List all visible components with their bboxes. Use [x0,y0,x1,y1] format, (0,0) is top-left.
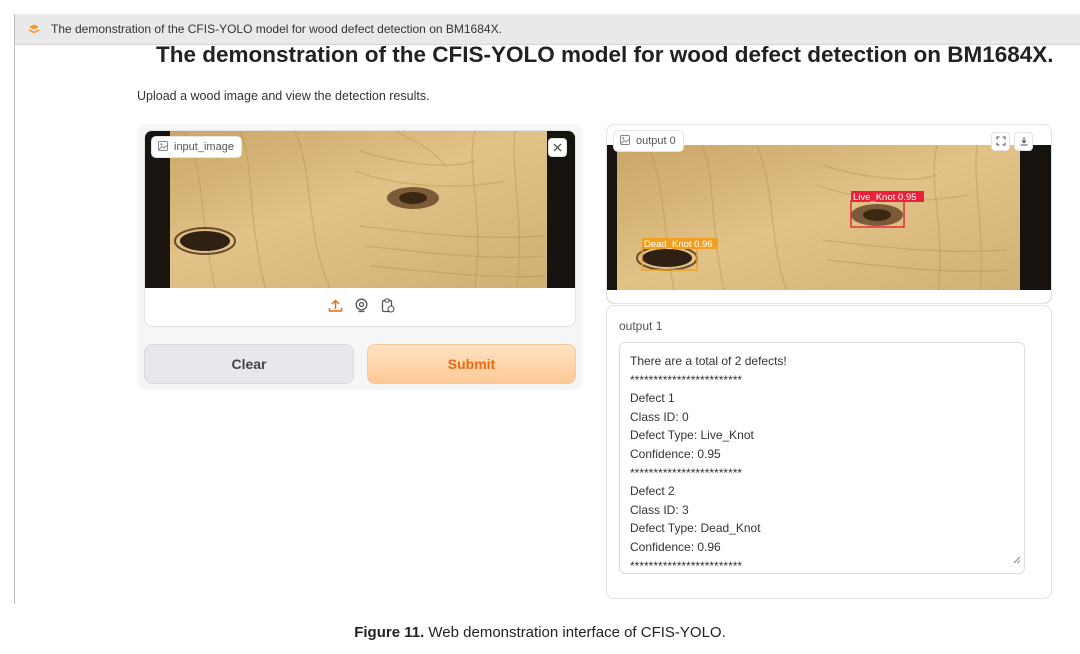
gradio-tab-icon [27,22,41,36]
output-line: ************************ [630,465,743,480]
page-description: Upload a wood image and view the detecti… [137,89,430,103]
download-button[interactable] [1014,132,1033,151]
output-line: Defect Type: Dead_Knot [630,521,761,536]
download-icon [1019,133,1029,151]
input-image-block[interactable]: input_image [144,130,576,327]
input-panel: input_image Clear Submit [138,124,582,390]
clear-image-button[interactable] [548,138,567,157]
page-title: The demonstration of the CFIS-YOLO model… [156,42,1054,67]
upload-icon [328,298,343,318]
clear-button[interactable]: Clear [144,344,354,384]
input-image-label-text: input_image [174,141,234,153]
figure-caption-text: Web demonstration interface of CFIS-YOLO… [424,624,726,641]
clipboard-icon [380,298,395,318]
live-knot-label: Live_Knot 0.95 [853,192,916,203]
output-line: Confidence: 0.95 [630,446,721,461]
resize-grip-icon[interactable] [1013,551,1021,570]
output-0-label: output 0 [613,130,684,152]
fullscreen-icon [995,133,1006,151]
output-0-label-text: output 0 [636,135,676,147]
input-image-label: input_image [151,136,242,158]
upload-source-toolbar [145,288,575,326]
dead-knot-label: Dead_Knot 0.96 [644,239,713,250]
output-1-textarea[interactable]: There are a total of 2 defects! ********… [619,342,1025,574]
image-icon [620,134,636,148]
upload-button[interactable] [327,298,344,318]
output-line: ************************ [630,558,743,573]
submit-button[interactable]: Submit [367,344,576,384]
image-icon [158,140,174,154]
output-line: Class ID: 3 [630,502,689,517]
output-0-block: output 0 Live_Knot 0.95 Dead_Knot 0.96 [606,124,1052,304]
output-line: Defect Type: Live_Knot [630,428,754,443]
browser-tab-bar: The demonstration of the CFIS-YOLO model… [15,14,1080,45]
clipboard-button[interactable] [379,298,396,318]
output-line: ************************ [630,372,743,387]
fullscreen-button[interactable] [991,132,1010,151]
output-line: There are a total of 2 defects! [630,354,787,368]
output-1-label: output 1 [619,319,663,333]
figure-caption: Figure 11. Web demonstration interface o… [0,624,1080,641]
output-line: Class ID: 0 [630,409,689,424]
webcam-icon [354,298,369,318]
output-line: Defect 1 [630,391,675,406]
close-icon [553,139,562,157]
figure-number: Figure 11. [354,624,425,641]
tab-title[interactable]: The demonstration of the CFIS-YOLO model… [51,22,502,36]
output-1-block: output 1 There are a total of 2 defects!… [606,305,1052,599]
output-line: Confidence: 0.96 [630,539,721,554]
output-line: Defect 2 [630,484,675,499]
webcam-button[interactable] [353,298,370,318]
